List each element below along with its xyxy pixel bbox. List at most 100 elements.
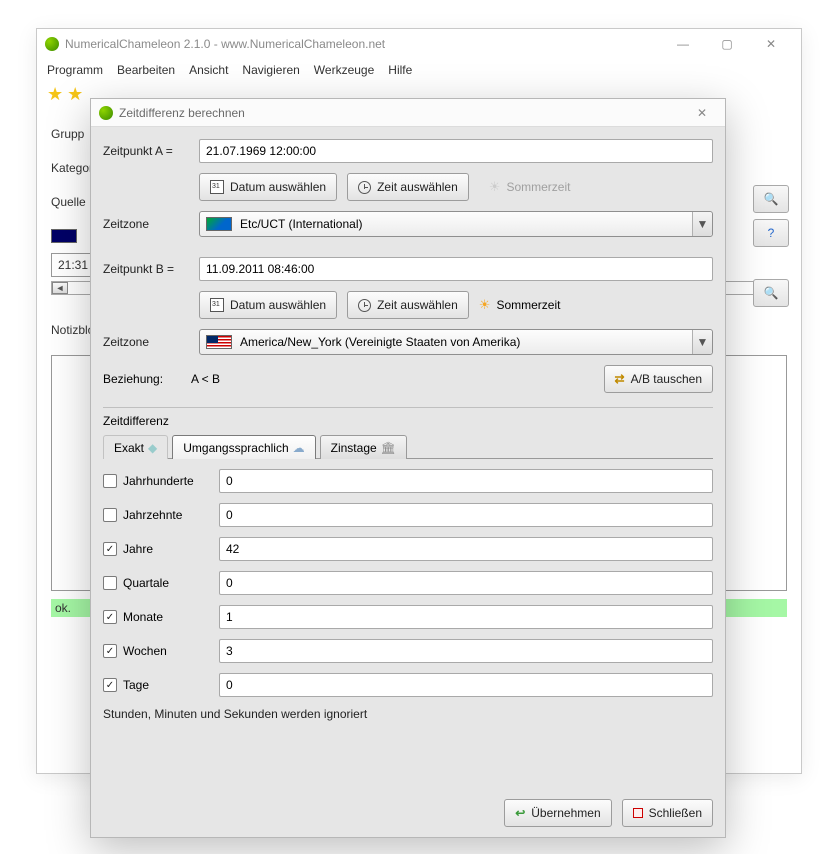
checkbox-quartale[interactable] [103,576,117,590]
search-button[interactable]: 🔍 [753,185,789,213]
side-buttons: 🔍 ? 🔍 [753,185,789,307]
tab-umgangssprachlich[interactable]: Umgangssprachlich ☁ [172,435,315,459]
close-icon [633,808,643,818]
close-window-button[interactable]: ✕ [749,29,793,59]
diff-value-jahrzehnte[interactable]: 0 [219,503,713,527]
sommerzeit-a-disabled: ☀Sommerzeit [479,173,581,201]
minimize-button[interactable]: — [661,29,705,59]
apply-button[interactable]: ↩ Übernehmen [504,799,611,827]
swap-label: A/B tauschen [631,372,702,386]
label-zeitpunkt-b: Zeitpunkt B = [103,262,191,276]
diff-value-text: 0 [226,474,233,488]
select-date-a-button[interactable]: Datum auswählen [199,173,337,201]
time-value[interactable]: 21:31 [51,253,95,277]
label-zeitpunkt-a: Zeitpunkt A = [103,144,191,158]
value-beziehung: A < B [191,372,220,386]
diff-value-text: 0 [226,576,233,590]
diff-value-wochen[interactable]: 3 [219,639,713,663]
checkbox-label: Jahrzehnte [123,508,182,522]
diff-value-jahre[interactable]: 42 [219,537,713,561]
ignore-note: Stunden, Minuten und Sekunden werden ign… [103,707,713,721]
swap-button[interactable]: ⇄A/B tauschen [604,365,713,393]
sommerzeit-b: ☀Sommerzeit [479,297,561,313]
select-time-b-button[interactable]: Zeit auswählen [347,291,469,319]
input-zeitpunkt-b[interactable]: 11.09.2011 08:46:00 [199,257,713,281]
checkbox-label: Quartale [123,576,169,590]
tab-exakt[interactable]: Exakt◆ [103,435,168,459]
tab-zinstage[interactable]: Zinstage🏛 [320,435,407,459]
dialog-title: Zeitdifferenz berechnen [119,106,687,120]
diff-grid: Jahrhunderte 0 Jahrzehnte 0 ✓Jahre42 Quartale… [103,469,713,697]
dialog-close-button[interactable]: ✕ [687,98,717,128]
diff-value-text: 0 [226,508,233,522]
diff-value-text: 3 [226,644,233,658]
bank-icon: 🏛 [381,441,396,455]
app-icon [45,37,59,51]
flag-intl-icon [206,217,232,231]
checkbox-jahrzehnte[interactable] [103,508,117,522]
zeitdifferenz-heading: Zeitdifferenz [103,414,713,428]
chevron-down-icon: ▼ [692,212,712,236]
combo-zeitzone-b[interactable]: America/New_York (Vereinigte Staaten von… [199,329,713,355]
calendar-icon [210,180,224,194]
menu-navigieren[interactable]: Navigieren [242,63,299,77]
diff-value-quartale[interactable]: 0 [219,571,713,595]
value-zeitpunkt-b: 11.09.2011 08:46:00 [206,262,314,276]
select-date-label: Datum auswählen [230,180,326,194]
value-zeitpunkt-a: 21.07.1969 12:00:00 [206,144,316,158]
search-button-2[interactable]: 🔍 [753,279,789,307]
timediff-dialog: Zeitdifferenz berechnen ✕ Zeitpunkt A = … [90,98,726,838]
zone-a-value: Etc/UCT (International) [240,217,363,231]
select-time-a-button[interactable]: Zeit auswählen [347,173,469,201]
combo-zeitzone-a[interactable]: Etc/UCT (International) ▼ [199,211,713,237]
diff-row: ✓Monate1 [103,605,713,629]
menu-programm[interactable]: Programm [47,63,103,77]
diff-row: Jahrhunderte 0 [103,469,713,493]
apply-icon: ↩ [515,806,525,820]
menu-hilfe[interactable]: Hilfe [388,63,412,77]
select-date-label: Datum auswählen [230,298,326,312]
zone-b-value: America/New_York (Vereinigte Staaten von… [240,335,520,349]
scroll-left-icon[interactable]: ◄ [52,282,68,294]
tabs: Exakt◆ Umgangssprachlich ☁ Zinstage🏛 [103,434,713,459]
divider [103,407,713,408]
checkbox-jahrhunderte[interactable] [103,474,117,488]
app-title: NumericalChameleon 2.1.0 - www.Numerical… [65,37,661,51]
input-zeitpunkt-a[interactable]: 21.07.1969 12:00:00 [199,139,713,163]
sun-icon: ☀ [489,179,501,195]
diff-value-tage[interactable]: 0 [219,673,713,697]
menubar: Programm Bearbeiten Ansicht Navigieren W… [37,59,801,81]
close-button[interactable]: Schließen [622,799,713,827]
clock-icon [358,299,371,312]
checkbox-label: Wochen [123,644,167,658]
menu-ansicht[interactable]: Ansicht [189,63,228,77]
maximize-button[interactable]: ▢ [705,29,749,59]
diff-row: ✓Jahre42 [103,537,713,561]
star-icon[interactable]: ★ [47,84,63,105]
diff-row: Jahrzehnte 0 [103,503,713,527]
diff-row: Quartale 0 [103,571,713,595]
apply-label: Übernehmen [531,806,600,820]
checkbox-tage[interactable]: ✓ [103,678,117,692]
clock-icon [358,181,371,194]
cloud-icon: ☁ [293,441,305,455]
menu-werkzeuge[interactable]: Werkzeuge [314,63,374,77]
label-beziehung: Beziehung: [103,372,191,386]
checkbox-monate[interactable]: ✓ [103,610,117,624]
checkbox-wochen[interactable]: ✓ [103,644,117,658]
star-icon[interactable]: ★ [67,84,83,105]
close-label: Schließen [649,806,702,820]
chevron-down-icon: ▼ [692,330,712,354]
select-date-b-button[interactable]: Datum auswählen [199,291,337,319]
menu-bearbeiten[interactable]: Bearbeiten [117,63,175,77]
checkbox-jahre[interactable]: ✓ [103,542,117,556]
help-button[interactable]: ? [753,219,789,247]
checkbox-label: Jahrhunderte [123,474,194,488]
checkbox-label: Tage [123,678,149,692]
diff-value-text: 42 [226,542,239,556]
diff-value-jahrhunderte[interactable]: 0 [219,469,713,493]
main-titlebar: NumericalChameleon 2.1.0 - www.Numerical… [37,29,801,59]
diff-value-monate[interactable]: 1 [219,605,713,629]
label-zeitzone-a: Zeitzone [103,217,191,231]
tab-umgang-label: Umgangssprachlich [183,441,288,455]
